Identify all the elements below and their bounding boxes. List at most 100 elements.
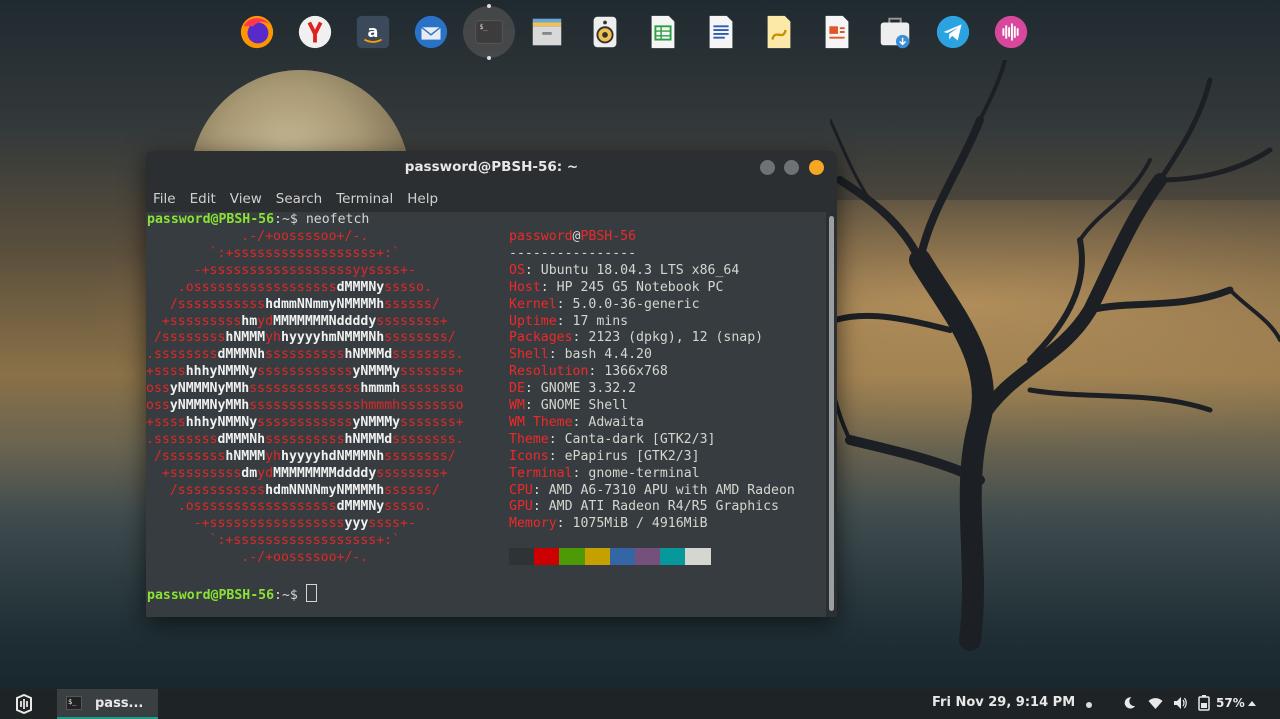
terminal-output[interactable]: password@PBSH-56:~$ neofetch .-/+oosssso…	[146, 212, 826, 617]
thunderbird-icon	[414, 15, 448, 49]
info-key: Resolution	[509, 364, 589, 380]
dock-telegram[interactable]	[924, 3, 982, 61]
info-colon: :	[588, 364, 605, 380]
ascii-art-line: ossyNMMMNyMMhsssssssssssssshmmmhssssssso	[146, 381, 464, 398]
palette-swatch	[660, 548, 686, 565]
menu-bar: File Edit View Search Terminal Help	[146, 185, 837, 212]
menu-file[interactable]: File	[153, 191, 176, 207]
info-value: Ubuntu 18.04.3 LTS x86_64	[540, 262, 740, 278]
info-value: 17 mins	[572, 313, 629, 329]
command-line: password@PBSH-56:~$ neofetch	[147, 212, 369, 229]
ascii-art-segment: .ossssssssssssssssss	[146, 499, 337, 515]
ascii-art-line: .ossssssssssssssssssdMMMNysssso.	[146, 280, 432, 297]
ascii-art-segment: sssssss+	[400, 414, 464, 430]
dock-podcasts[interactable]	[982, 3, 1040, 61]
info-key: Uptime	[509, 313, 557, 329]
info-colon: :	[548, 448, 565, 464]
dock-firefox[interactable]	[228, 3, 286, 61]
ascii-art-segment: hNMMMd	[344, 347, 393, 363]
battery-icon[interactable]	[1198, 695, 1210, 711]
dock-terminal[interactable]: $_	[463, 4, 515, 60]
info-key: GPU	[509, 499, 533, 515]
svg-text:a: a	[368, 22, 379, 41]
info-value: ePapirus [GTK2/3]	[564, 448, 700, 464]
info-value: 5.0.0-36-generic	[572, 296, 700, 312]
ascii-art-segment: hyyyyhdNMMMNh	[281, 448, 385, 464]
ascii-art-segment: yd	[257, 465, 274, 481]
prompt-line[interactable]: password@PBSH-56:~$	[147, 584, 317, 605]
ascii-art-line: +sssshhhyNMMNyssssssssssssyNMMMysssssss+	[146, 415, 464, 432]
svg-text:$_: $_	[480, 23, 488, 31]
terminal-window[interactable]: password@PBSH-56: ~ File Edit View Searc…	[146, 151, 837, 617]
dock-calc[interactable]	[634, 3, 692, 61]
menu-edit[interactable]: Edit	[190, 191, 216, 207]
ascii-art-segment: yNMMMy	[352, 364, 401, 380]
ascii-art-line: .ossssssssssssssssssdMMMNysssso.	[146, 499, 432, 516]
system-menu-arrow-icon[interactable]	[1247, 700, 1257, 707]
close-button[interactable]	[809, 160, 824, 175]
info-row: OS: Ubuntu 18.04.3 LTS x86_64	[509, 263, 739, 280]
dock-files[interactable]	[518, 3, 576, 61]
info-colon: :	[532, 499, 549, 515]
ascii-art-segment: ssssssso	[400, 381, 464, 397]
dock-yandex[interactable]	[286, 3, 344, 61]
info-colon: :	[524, 398, 541, 413]
dock-draw[interactable]	[750, 3, 808, 61]
ascii-art-segment: .ssssssss	[146, 347, 218, 363]
ascii-art-segment: /ssssssss	[146, 330, 226, 346]
info-colon: :	[556, 516, 573, 532]
dock-writer[interactable]	[692, 3, 750, 61]
ascii-art-segment: ssssssss.	[392, 347, 464, 363]
info-row: Icons: ePapirus [GTK2/3]	[509, 449, 700, 466]
scrollbar[interactable]	[826, 212, 837, 617]
battery-percent: 57%	[1216, 696, 1245, 710]
info-key: CPU	[509, 482, 533, 498]
ascii-art-line: .-/+oossssoo+/-.	[146, 229, 368, 246]
minimize-button[interactable]	[760, 160, 775, 175]
dock-impress[interactable]	[808, 3, 866, 61]
menu-terminal[interactable]: Terminal	[336, 191, 393, 207]
info-key: WM	[509, 398, 525, 413]
ascii-art-segment: ssss+-	[368, 516, 416, 532]
info-value: 1366x768	[604, 364, 668, 380]
draw-icon	[767, 15, 791, 49]
prompt-user: password@PBSH-56	[147, 212, 275, 227]
info-user: password	[509, 229, 573, 244]
presentation-icon	[825, 15, 849, 49]
ascii-art-segment: hdmNNNNmyNMMMMh	[265, 482, 385, 498]
menu-view[interactable]: View	[230, 191, 262, 207]
dock-store[interactable]	[866, 3, 924, 61]
info-row: Kernel: 5.0.0-36-generic	[509, 297, 700, 314]
clock[interactable]: Fri Nov 29, 9:14 PM	[932, 695, 1075, 710]
window-titlebar[interactable]: password@PBSH-56: ~	[146, 151, 837, 185]
info-value: Canta-dark [GTK2/3]	[564, 431, 716, 447]
ascii-art-segment: .-/+oossssoo+/-.	[146, 229, 369, 244]
dock-amazon[interactable]: a	[344, 3, 402, 61]
ascii-art-segment: dm	[241, 465, 258, 481]
dock-thunderbird[interactable]	[402, 3, 460, 61]
ascii-art-segment: ssssssss+	[376, 465, 448, 481]
app-menu-icon[interactable]	[14, 694, 34, 714]
menu-help[interactable]: Help	[407, 191, 438, 207]
wifi-icon[interactable]	[1147, 695, 1164, 711]
scrollbar-thumb[interactable]	[829, 216, 834, 611]
dock-rhythmbox[interactable]	[576, 3, 634, 61]
podcast-icon	[994, 15, 1028, 49]
telegram-icon	[936, 15, 970, 49]
volume-icon[interactable]	[1172, 695, 1188, 711]
ascii-art-segment: sssso.	[384, 279, 432, 295]
ascii-art-line: ossyNMMMNyMMhsssssssssssssshmmmhssssssso	[146, 398, 464, 415]
palette-swatch	[609, 548, 635, 565]
info-row: Host: HP 245 G5 Notebook PC	[509, 280, 723, 297]
ascii-art-segment: ssssss/	[384, 482, 440, 498]
taskbar-terminal-button[interactable]: $_ pass...	[57, 689, 158, 719]
ascii-art-segment: .ossssssssssssssssss	[146, 279, 337, 295]
menu-search[interactable]: Search	[276, 191, 322, 207]
maximize-button[interactable]	[784, 160, 799, 175]
info-value: AMD ATI Radeon R4/R5 Graphics	[548, 499, 779, 515]
info-colon: :	[556, 313, 573, 329]
info-colon: :	[556, 296, 573, 312]
night-light-icon[interactable]	[1122, 695, 1137, 711]
color-palette	[509, 548, 711, 565]
info-key: Icons	[509, 448, 549, 464]
